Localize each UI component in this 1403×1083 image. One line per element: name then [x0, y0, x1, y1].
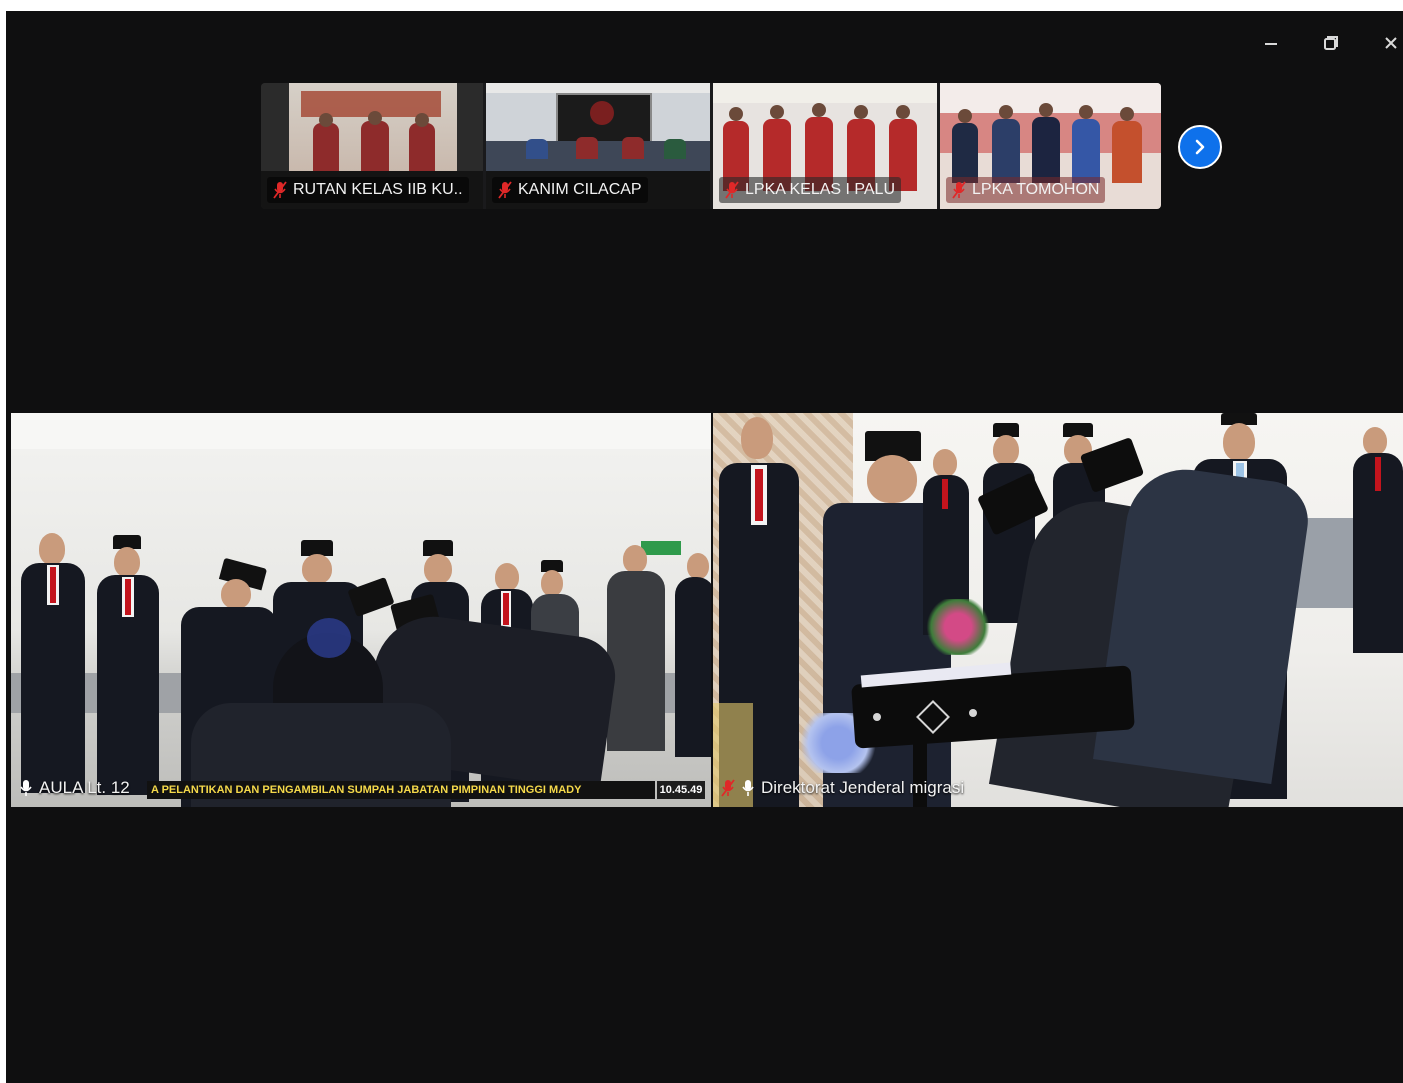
participant-name: KANIM CILACAP — [518, 181, 642, 198]
muted-mic-icon — [952, 181, 966, 199]
video-tile-active-speaker[interactable]: AULA Lt. 12 A PELANTIKAN DAN PENGAMBILAN… — [11, 413, 711, 807]
video-feed — [261, 83, 483, 171]
participant-name-tag: Direktorat Jenderal migrasi — [721, 775, 964, 801]
participant-name-tag: LPKA KELAS I PALU — [719, 177, 902, 203]
participant-tile[interactable]: KANIM CILACAP — [486, 83, 710, 209]
restore-button[interactable] — [1311, 29, 1351, 57]
participant-name: AULA Lt. 12 — [39, 778, 130, 797]
unmuted-mic-icon — [742, 780, 754, 796]
muted-mic-icon — [725, 181, 739, 199]
participant-name-tag: LPKA TOMOHON — [946, 177, 1106, 203]
participant-name-tag: AULA Lt. 12 — [19, 775, 130, 801]
broadcast-clock: 10.45.49 — [657, 781, 705, 799]
participant-name: Direktorat Jenderal migrasi — [761, 778, 965, 797]
muted-mic-icon — [273, 181, 287, 199]
video-tile[interactable]: Direktorat Jenderal migrasi — [713, 413, 1403, 807]
close-button[interactable] — [1371, 29, 1403, 57]
participant-tile[interactable]: LPKA TOMOHON — [940, 83, 1161, 209]
restore-icon — [1324, 36, 1338, 50]
meeting-window: RUTAN KELAS IIB KU... KANIM CILACAP LPKA… — [6, 11, 1403, 1083]
participant-name: RUTAN KELAS IIB KU... — [293, 181, 463, 198]
participant-tile[interactable]: LPKA KELAS I PALU — [713, 83, 937, 209]
name-bar: KANIM CILACAP — [486, 171, 710, 209]
name-bar: RUTAN KELAS IIB KU... — [261, 171, 483, 209]
video-feed — [486, 83, 710, 171]
participant-name-tag: KANIM CILACAP — [492, 177, 648, 203]
muted-mic-icon — [721, 779, 735, 797]
close-icon — [1385, 37, 1397, 49]
unmuted-mic-icon — [20, 780, 32, 796]
participant-tile[interactable]: RUTAN KELAS IIB KU... — [261, 83, 483, 209]
participant-name: LPKA KELAS I PALU — [745, 181, 896, 198]
minimize-icon — [1265, 43, 1277, 45]
participant-name-tag: RUTAN KELAS IIB KU... — [267, 177, 469, 203]
news-ticker: A PELANTIKAN DAN PENGAMBILAN SUMPAH JABA… — [147, 781, 655, 799]
minimize-button[interactable] — [1251, 29, 1291, 57]
chevron-right-icon — [1195, 139, 1205, 155]
participant-strip: RUTAN KELAS IIB KU... KANIM CILACAP LPKA… — [261, 83, 1161, 209]
muted-mic-icon — [498, 181, 512, 199]
participant-name: LPKA TOMOHON — [972, 181, 1100, 198]
next-page-button[interactable] — [1178, 125, 1222, 169]
